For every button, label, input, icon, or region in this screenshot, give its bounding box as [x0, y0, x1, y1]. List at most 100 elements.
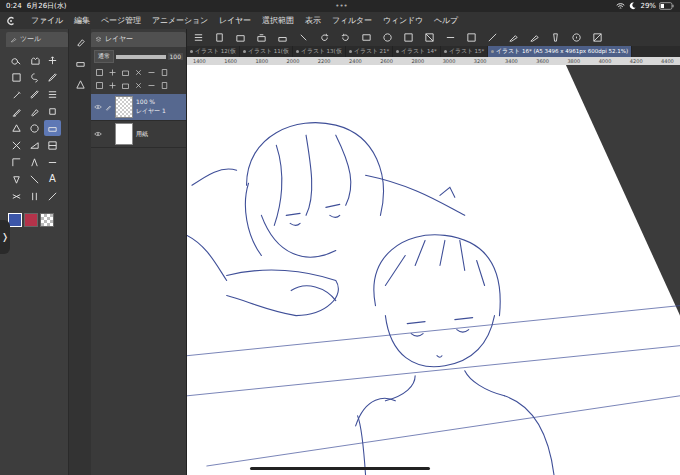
tab-close-dot[interactable]: [444, 50, 447, 53]
tool-button[interactable]: [8, 171, 25, 187]
command-icon[interactable]: [571, 32, 582, 43]
menu-item[interactable]: 選択範囲: [262, 16, 294, 26]
command-icon[interactable]: [403, 32, 414, 43]
layer-tool-icon[interactable]: [95, 68, 104, 77]
layer-row[interactable]: 用紙: [91, 121, 186, 148]
menu-item[interactable]: アニメーション: [152, 16, 208, 26]
opacity-slider[interactable]: [116, 55, 166, 59]
tool-button[interactable]: [44, 69, 61, 85]
tab-close-dot[interactable]: [349, 50, 352, 53]
command-icon[interactable]: [277, 32, 288, 43]
multitask-dots[interactable]: •••: [72, 2, 612, 10]
menu-item[interactable]: 編集: [74, 16, 90, 26]
canvas-tab[interactable]: イラスト 16* (A5 3496 x 4961px 600dpi 52.1%): [488, 46, 632, 57]
layer-tool-icon[interactable]: [134, 68, 143, 77]
tool-button[interactable]: [26, 188, 43, 204]
tool-button[interactable]: [8, 52, 25, 68]
command-icon[interactable]: [319, 32, 330, 43]
command-icon[interactable]: [361, 32, 372, 43]
tool-button[interactable]: [26, 171, 43, 187]
color-swatch[interactable]: [8, 213, 22, 227]
sidebar-handle[interactable]: ❭: [0, 220, 10, 254]
canvas-tab[interactable]: イラスト 11(仮: [240, 46, 293, 57]
command-icon[interactable]: [466, 32, 477, 43]
eye-icon[interactable]: [94, 104, 102, 110]
canvas-tab[interactable]: イラスト 14*: [393, 46, 441, 57]
tool-button[interactable]: [44, 137, 61, 153]
layer-tool-icon[interactable]: [95, 81, 104, 90]
color-swatch[interactable]: [24, 213, 38, 227]
layer-tool-icon[interactable]: [121, 81, 130, 90]
color-swatch[interactable]: [40, 213, 54, 227]
tool-button[interactable]: [8, 86, 25, 102]
tool-button[interactable]: [44, 188, 61, 204]
command-icon[interactable]: [256, 32, 267, 43]
layer-tool-icon[interactable]: [108, 81, 117, 90]
menu-item[interactable]: フィルター: [332, 16, 372, 26]
command-icon[interactable]: [487, 32, 498, 43]
layer-tool-icon[interactable]: [108, 68, 117, 77]
command-icon[interactable]: [382, 32, 393, 43]
layer-tool-icon[interactable]: [121, 68, 130, 77]
command-icon[interactable]: [508, 32, 519, 43]
fill-option-icon[interactable]: [75, 79, 86, 90]
tool-button[interactable]: [44, 52, 61, 68]
tool-button[interactable]: [8, 120, 25, 136]
menu-item[interactable]: ヘルプ: [434, 16, 458, 26]
tab-close-dot[interactable]: [396, 50, 399, 53]
menu-item[interactable]: ページ管理: [101, 16, 141, 26]
command-icon[interactable]: [298, 32, 309, 43]
tool-button[interactable]: [44, 120, 61, 136]
tool-button[interactable]: [26, 137, 43, 153]
tool-button[interactable]: [8, 137, 25, 153]
command-icon[interactable]: [424, 32, 435, 43]
command-icon[interactable]: [193, 32, 204, 43]
command-icon[interactable]: [529, 32, 540, 43]
home-indicator[interactable]: [250, 467, 430, 470]
fill-option-icon[interactable]: [75, 58, 86, 69]
command-icon[interactable]: [445, 32, 456, 43]
layer-tool-icon[interactable]: [147, 81, 156, 90]
tab-close-dot[interactable]: [296, 50, 299, 53]
tool-button[interactable]: [44, 86, 61, 102]
tool-button[interactable]: [26, 69, 43, 85]
tool-button[interactable]: [44, 154, 61, 170]
menu-item[interactable]: ウィンドウ: [383, 16, 423, 26]
tool-button[interactable]: [8, 103, 25, 119]
menu-item[interactable]: 表示: [305, 16, 321, 26]
layer-panel-tab[interactable]: レイヤー: [91, 32, 186, 47]
tool-button[interactable]: [8, 154, 25, 170]
command-icon[interactable]: [340, 32, 351, 43]
command-icon[interactable]: [550, 32, 561, 43]
blend-mode-dropdown[interactable]: 通常: [94, 50, 114, 63]
eye-icon[interactable]: [94, 131, 102, 137]
menu-item[interactable]: レイヤー: [219, 16, 251, 26]
tool-panel-tab[interactable]: ツール: [6, 32, 68, 47]
canvas-tab[interactable]: イラスト 13(仮: [293, 46, 346, 57]
tool-button[interactable]: [26, 103, 43, 119]
tool-button[interactable]: [44, 103, 61, 119]
tool-button[interactable]: [8, 69, 25, 85]
artwork-sketch[interactable]: [187, 65, 680, 475]
command-icon[interactable]: [214, 32, 225, 43]
layer-tool-icon[interactable]: [147, 68, 156, 77]
tool-button[interactable]: [26, 154, 43, 170]
tool-button[interactable]: [26, 52, 43, 68]
tab-close-dot[interactable]: [491, 50, 494, 53]
menu-item[interactable]: ファイル: [31, 16, 63, 26]
layer-tool-icon[interactable]: [160, 68, 169, 77]
tool-button[interactable]: [8, 188, 25, 204]
layer-row[interactable]: 100 %レイヤー 1: [91, 94, 186, 121]
command-icon[interactable]: [235, 32, 246, 43]
canvas-tab[interactable]: イラスト 15*: [441, 46, 489, 57]
canvas-tab[interactable]: イラスト 12(仮: [187, 46, 240, 57]
layer-tool-icon[interactable]: [134, 81, 143, 90]
layer-tool-icon[interactable]: [160, 81, 169, 90]
clip-studio-logo-icon[interactable]: [6, 16, 16, 26]
command-icon[interactable]: [592, 32, 603, 43]
tool-button[interactable]: [26, 86, 43, 102]
tool-button[interactable]: A: [44, 171, 61, 187]
tab-close-dot[interactable]: [190, 50, 193, 53]
tool-button[interactable]: [26, 120, 43, 136]
tab-close-dot[interactable]: [243, 50, 246, 53]
